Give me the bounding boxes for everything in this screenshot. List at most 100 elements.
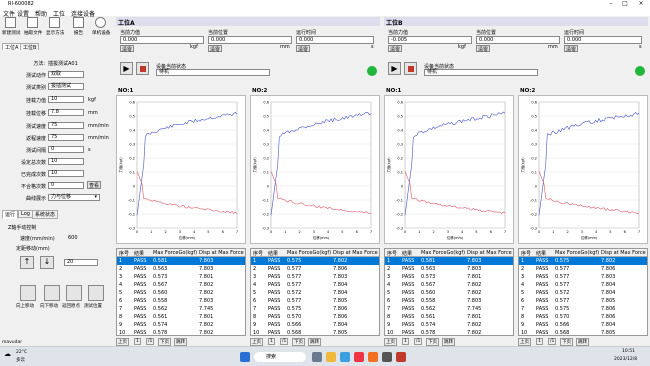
results-table[interactable]: 序号 结果 Max ForceGo(kgf) Disp at Max Force 1 PA… [518, 248, 648, 336]
table-row[interactable]: 10 PASS 0.578 7.802 [117, 329, 245, 335]
table-row[interactable]: 8 PASS 0.570 7.806 [519, 313, 647, 321]
table-row[interactable]: 8 PASS 0.561 7.801 [385, 313, 513, 321]
minimize-icon[interactable]: – [604, 0, 618, 7]
tab-system-status[interactable]: 系统状态 [32, 210, 59, 219]
wps-icon[interactable] [354, 352, 364, 362]
start-button[interactable]: ▶ [120, 62, 133, 75]
table-row[interactable]: 9 PASS 0.566 7.804 [519, 321, 647, 329]
table-row[interactable]: 5 PASS 0.560 7.802 [117, 289, 245, 297]
table-row[interactable]: 6 PASS 0.577 7.805 [519, 297, 647, 305]
stop-button[interactable] [404, 62, 417, 75]
method-button[interactable]: 显示方法 [46, 17, 64, 41]
results-table[interactable]: 序号 结果 Max ForceGo(kgf) Disp at Max Force 1 PA… [116, 248, 246, 336]
table-row[interactable]: 1 PASS 0.575 7.802 [519, 257, 647, 265]
clear-time-button[interactable]: 清零 [564, 45, 578, 53]
table-row[interactable]: 3 PASS 0.573 7.801 [117, 273, 245, 281]
fail-count-field[interactable]: 0 [48, 182, 84, 189]
next-page-button[interactable]: 下页 [426, 338, 439, 346]
table-row[interactable]: 4 PASS 0.577 7.804 [519, 281, 647, 289]
table-row[interactable]: 9 PASS 0.566 7.804 [251, 321, 379, 329]
move-up-button[interactable] [20, 285, 36, 301]
down-arrow-button[interactable]: ↓ [40, 256, 54, 269]
jump-page-button[interactable]: 跳转 [442, 338, 455, 346]
start-icon[interactable] [240, 352, 250, 362]
new-test-button[interactable]: 新建测试 [2, 17, 20, 41]
open-file-button[interactable]: 抽取文件 [24, 17, 42, 41]
table-row[interactable]: 2 PASS 0.563 7.803 [117, 265, 245, 273]
table-row[interactable]: 10 PASS 0.568 7.805 [519, 329, 647, 335]
next-page-button[interactable]: 下页 [560, 338, 573, 346]
table-row[interactable]: 1 PASS 0.581 7.803 [385, 257, 513, 265]
jump-page-button[interactable]: 跳转 [174, 338, 187, 346]
table-row[interactable]: 2 PASS 0.577 7.806 [251, 265, 379, 273]
clear-force-button[interactable]: 清零 [388, 45, 402, 53]
table-row[interactable]: 6 PASS 0.558 7.803 [117, 297, 245, 305]
office-icon[interactable] [368, 352, 378, 362]
clear-position-button[interactable]: 清零 [208, 45, 222, 53]
home-button[interactable] [66, 285, 82, 301]
app-icon[interactable] [382, 352, 392, 362]
table-row[interactable]: 2 PASS 0.577 7.806 [519, 265, 647, 273]
jump-page-button[interactable]: 跳转 [576, 338, 589, 346]
table-row[interactable]: 1 PASS 0.581 7.803 [117, 257, 245, 265]
table-row[interactable]: 10 PASS 0.568 7.805 [251, 329, 379, 335]
next-page-button[interactable]: 下页 [158, 338, 171, 346]
table-row[interactable]: 3 PASS 0.577 7.803 [519, 273, 647, 281]
prev-page-button[interactable]: 上页 [116, 338, 129, 346]
prev-page-button[interactable]: 上页 [250, 338, 263, 346]
total-count-field[interactable]: 10 [48, 158, 84, 165]
step-field[interactable]: 20 [64, 259, 98, 266]
category-field[interactable]: 拔插测试 [48, 83, 84, 90]
curve-select[interactable]: 力与位移 ▾ [48, 194, 100, 201]
table-row[interactable]: 7 PASS 0.562 7.745 [117, 305, 245, 313]
table-row[interactable]: 1 PASS 0.575 7.802 [251, 257, 379, 265]
table-row[interactable]: 5 PASS 0.572 7.804 [251, 289, 379, 297]
tab-log[interactable]: Log [18, 210, 33, 218]
results-table[interactable]: 序号 结果 Max ForceGo(kgf) Disp at Max Force 1 PA… [384, 248, 514, 336]
start-button[interactable]: ▶ [388, 62, 401, 75]
task-view-icon[interactable] [312, 352, 322, 362]
interval-field[interactable]: 0 [48, 146, 84, 153]
force-limit-field[interactable]: 10 [48, 96, 84, 103]
results-table[interactable]: 序号 结果 Max ForceGo(kgf) Disp at Max Force 1 PA… [250, 248, 380, 336]
tester-app-icon[interactable] [396, 352, 406, 362]
table-row[interactable]: 3 PASS 0.577 7.803 [251, 273, 379, 281]
clear-position-button[interactable]: 清零 [476, 45, 490, 53]
tab-run[interactable]: 运行 [2, 210, 19, 219]
up-arrow-button[interactable]: ↑ [20, 256, 34, 269]
test-position-button[interactable] [88, 285, 104, 301]
explorer-icon[interactable] [326, 352, 336, 362]
done-count-field[interactable]: 10 [48, 170, 84, 177]
table-row[interactable]: 9 PASS 0.574 7.802 [385, 321, 513, 329]
table-row[interactable]: 3 PASS 0.573 7.801 [385, 273, 513, 281]
table-row[interactable]: 9 PASS 0.574 7.802 [117, 321, 245, 329]
action-field[interactable]: 双取 [48, 71, 84, 78]
edge-icon[interactable] [340, 352, 350, 362]
table-row[interactable]: 4 PASS 0.567 7.802 [117, 281, 245, 289]
table-row[interactable]: 7 PASS 0.575 7.806 [519, 305, 647, 313]
return-speed-field[interactable]: 75 [48, 134, 84, 141]
table-row[interactable]: 4 PASS 0.577 7.804 [251, 281, 379, 289]
table-row[interactable]: 7 PASS 0.562 7.745 [385, 305, 513, 313]
table-row[interactable]: 10 PASS 0.578 7.802 [385, 329, 513, 335]
move-down-button[interactable] [44, 285, 60, 301]
taskbar-search[interactable]: 搜索 [254, 352, 306, 362]
maximize-icon[interactable]: □ [618, 0, 632, 7]
clear-force-button[interactable]: 清零 [120, 45, 134, 53]
stop-button[interactable] [136, 62, 149, 75]
prev-page-button[interactable]: 上页 [518, 338, 531, 346]
table-row[interactable]: 8 PASS 0.561 7.801 [117, 313, 245, 321]
view-button[interactable]: 查看 [87, 181, 101, 189]
table-row[interactable]: 5 PASS 0.560 7.802 [385, 289, 513, 297]
disp-limit-field[interactable]: 7.8 [48, 109, 84, 116]
table-row[interactable]: 5 PASS 0.572 7.804 [519, 289, 647, 297]
clear-time-button[interactable]: 清零 [296, 45, 310, 53]
table-row[interactable]: 4 PASS 0.567 7.802 [385, 281, 513, 289]
table-row[interactable]: 6 PASS 0.558 7.803 [385, 297, 513, 305]
report-button[interactable]: 报告 [70, 17, 87, 41]
next-page-button[interactable]: 下页 [292, 338, 305, 346]
table-row[interactable]: 2 PASS 0.563 7.803 [385, 265, 513, 273]
device-button[interactable]: 单机设备 [92, 17, 110, 41]
prev-page-button[interactable]: 上页 [384, 338, 397, 346]
close-icon[interactable]: × [634, 0, 648, 7]
